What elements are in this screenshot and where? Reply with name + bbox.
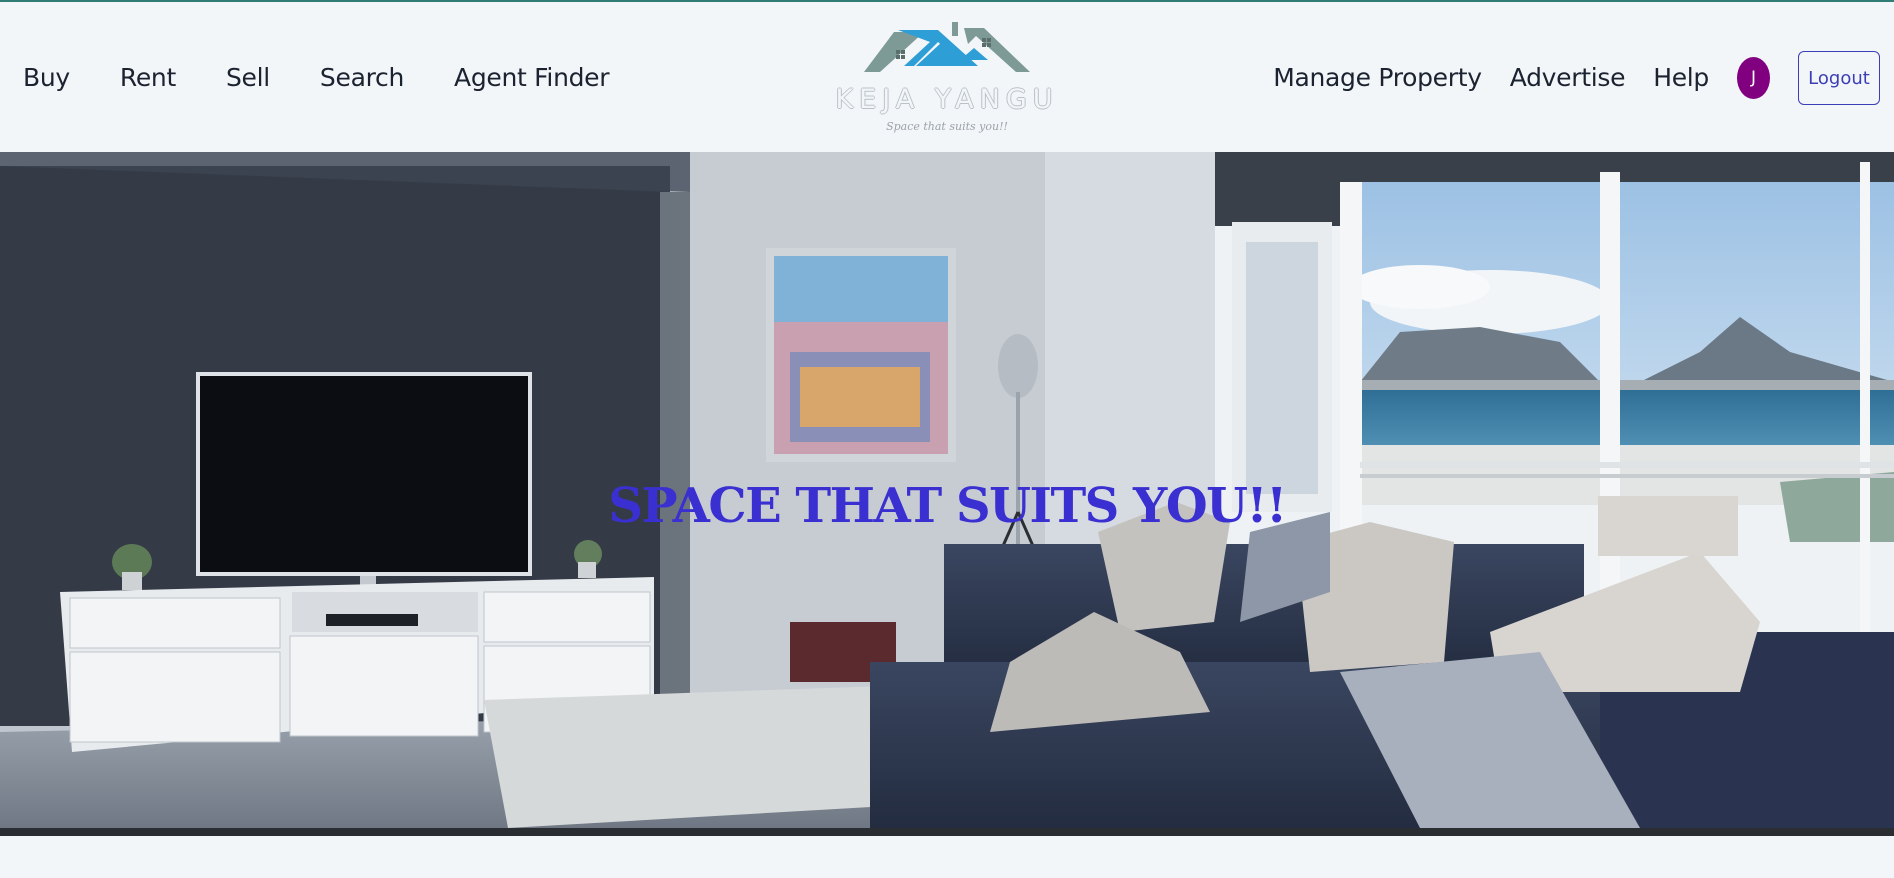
avatar-initial: J bbox=[1750, 68, 1756, 88]
nav-buy[interactable]: Buy bbox=[23, 62, 70, 94]
logout-button[interactable]: Logout bbox=[1798, 51, 1880, 105]
primary-nav: Buy Rent Sell Search Agent Finder bbox=[23, 62, 659, 94]
logo-tagline: Space that suits you!! bbox=[886, 120, 1008, 133]
nav-agent-finder[interactable]: Agent Finder bbox=[454, 62, 610, 94]
house-roof-icon bbox=[864, 22, 1030, 72]
nav-sell[interactable]: Sell bbox=[226, 62, 270, 94]
nav-help[interactable]: Help bbox=[1653, 62, 1709, 94]
navbar: Buy Rent Sell Search Agent Finder KEJA Y… bbox=[0, 2, 1894, 152]
nav-search[interactable]: Search bbox=[320, 62, 404, 94]
hero-bottom-rule bbox=[0, 828, 1894, 836]
hero-headline: SPACE THAT SUITS YOU!! bbox=[608, 478, 1287, 535]
nav-rent[interactable]: Rent bbox=[120, 62, 176, 94]
site-logo[interactable]: KEJA YANGU Space that suits you!! bbox=[832, 12, 1062, 138]
logo-wordmark: KEJA YANGU bbox=[835, 84, 1059, 115]
nav-manage-property[interactable]: Manage Property bbox=[1273, 62, 1482, 94]
nav-advertise[interactable]: Advertise bbox=[1510, 62, 1626, 94]
account-nav: Manage Property Advertise Help J Logout bbox=[1273, 50, 1880, 106]
hero-banner: SPACE THAT SUITS YOU!! bbox=[0, 152, 1894, 828]
user-avatar[interactable]: J bbox=[1737, 57, 1770, 99]
